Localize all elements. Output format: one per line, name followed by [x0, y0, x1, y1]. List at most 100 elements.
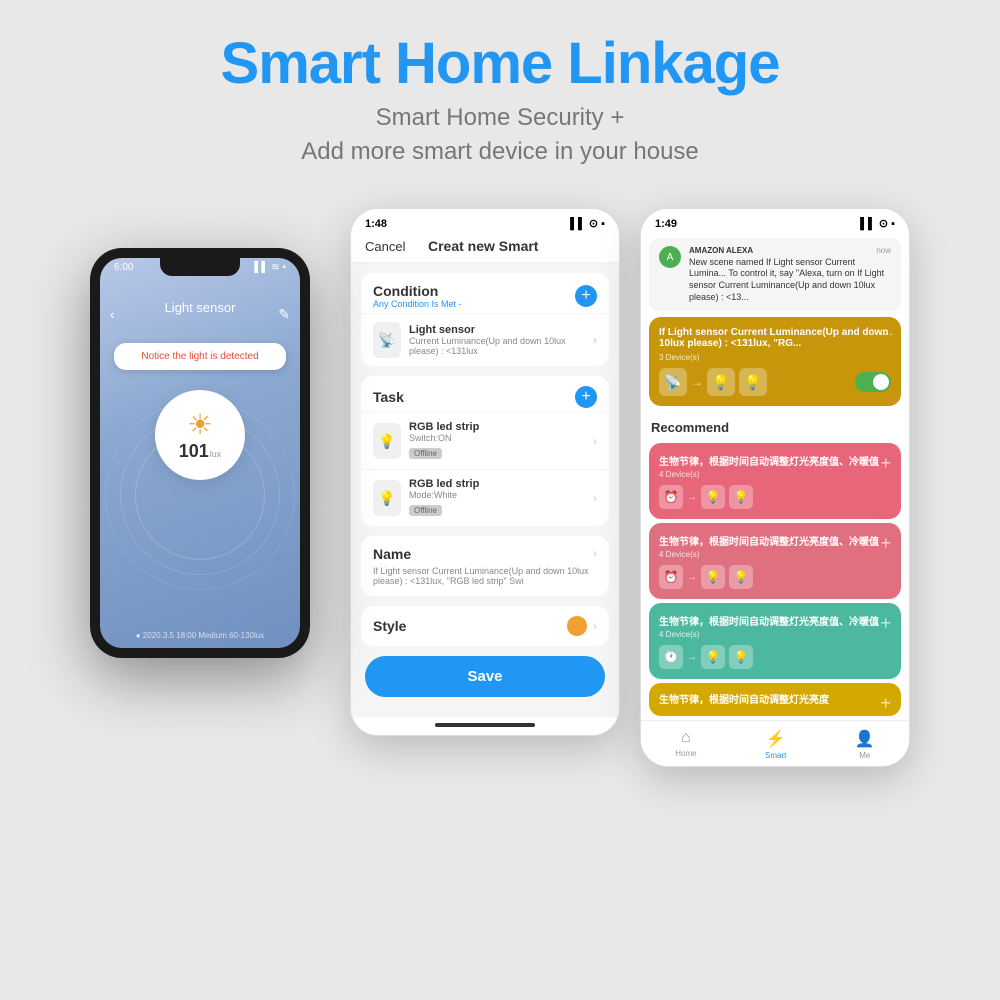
light-sensor-icon: 📡 [373, 322, 401, 358]
page-subtitle: Smart Home Security + Add more smart dev… [0, 101, 1000, 168]
nav-smart[interactable]: ⚡ Smart [765, 729, 786, 760]
task-section: Task + 💡 RGB led strip Switch:ON Offline… [361, 376, 609, 526]
rec3-icon-3: 💡 [729, 645, 753, 669]
task-item-2-detail: Mode:White [409, 490, 593, 500]
me-icon: 👤 [855, 729, 875, 749]
rec2-icon-1: ⏰ [659, 565, 683, 589]
mid-home-bar [435, 723, 535, 727]
left-phone-edit-icon[interactable]: ✎ [278, 306, 290, 323]
phones-area: 6:00 ▌▌ ≋ ▪ ‹ Light sensor ✎ Notice the … [0, 188, 1000, 767]
task-item-1-name: RGB led strip [409, 421, 593, 433]
rec2-icon-2: 💡 [701, 565, 725, 589]
right-notif-body: AMAZON ALEXA now New scene named If Ligh… [689, 246, 891, 303]
recommend-card-1-icons: ⏰ → 💡 💡 [659, 485, 891, 509]
name-label: Name [373, 546, 593, 562]
task-item-1-arrow: › [593, 434, 597, 448]
task-icon-2: 💡 [373, 480, 401, 516]
condition-title: Condition [373, 283, 462, 299]
recommend-card-4-title: 生物节律，根据时间自动调整灯光亮度 [659, 691, 891, 706]
smart-icon: ⚡ [766, 729, 786, 749]
task-item-2-text: RGB led strip Mode:White Offline [409, 478, 593, 518]
right-bottom-nav: ⌂ Home ⚡ Smart 👤 Me [641, 720, 909, 766]
notification-bubble: Notice the light is detected [114, 343, 286, 370]
nav-me-label: Me [859, 751, 870, 760]
condition-item[interactable]: 📡 Light sensor Current Luminance(Up and … [361, 313, 609, 366]
cancel-button[interactable]: Cancel [365, 239, 405, 254]
offline-badge-2: Offline [409, 505, 442, 516]
rec2-arrow: → [687, 572, 697, 583]
right-phone-time: 1:49 [655, 218, 677, 230]
rec3-arrow: → [687, 652, 697, 663]
style-label: Style [373, 618, 406, 634]
recommend-card-3-devices: 4 Device(s) [659, 630, 891, 639]
gold-card-toggle[interactable] [855, 372, 891, 392]
condition-subtitle: Any Condition Is Met - [373, 299, 462, 309]
recommend-card-2[interactable]: + 生物节律，根据时间自动调整灯光亮度值、冷暖值 4 Device(s) ⏰ →… [649, 523, 901, 599]
task-item-1[interactable]: 💡 RGB led strip Switch:ON Offline › [361, 412, 609, 469]
style-section: Style › [361, 606, 609, 646]
recommend-card-3-title: 生物节律，根据时间自动调整灯光亮度值、冷暖值 [659, 613, 891, 628]
save-button[interactable]: Save [365, 656, 605, 697]
mid-nav-title: Creat new Smart [428, 238, 538, 254]
task-title: Task [373, 389, 404, 405]
recommend-card-4-plus-icon[interactable]: + [880, 693, 891, 714]
style-arrow: › [593, 619, 597, 633]
rec1-arrow: → [687, 492, 697, 503]
gold-card-arrow: → [691, 375, 703, 389]
condition-item-name: Light sensor [409, 324, 593, 336]
recommend-card-1[interactable]: + 生物节律，根据时间自动调整灯光亮度值、冷暖值 4 Device(s) ⏰ →… [649, 443, 901, 519]
nav-me[interactable]: 👤 Me [855, 729, 875, 760]
rec1-icon-2: 💡 [701, 485, 725, 509]
task-section-header: Task + [361, 376, 609, 412]
gold-card[interactable]: If Light sensor Current Luminance(Up and… [649, 317, 901, 406]
task-item-2[interactable]: 💡 RGB led strip Mode:White Offline › [361, 469, 609, 526]
right-phone-wrap: 1:49 ▌▌ ⊙ ▪ A AMAZON ALEXA now New scene… [640, 208, 910, 767]
condition-section: Condition Any Condition Is Met - + 📡 Lig… [361, 273, 609, 366]
right-phone-signal: ▌▌ ⊙ ▪ [860, 217, 895, 230]
left-phone-wrap: 6:00 ▌▌ ≋ ▪ ‹ Light sensor ✎ Notice the … [90, 248, 330, 658]
right-notification: A AMAZON ALEXA now New scene named If Li… [649, 238, 901, 311]
recommend-card-2-devices: 4 Device(s) [659, 550, 891, 559]
gold-card-devices: 3 Device(s) [659, 353, 891, 362]
recommend-card-1-title: 生物节律，根据时间自动调整灯光亮度值、冷暖值 [659, 453, 891, 468]
left-phone-signal: ▌▌ ≋ ▪ [254, 262, 286, 273]
gold-card-title: If Light sensor Current Luminance(Up and… [659, 327, 891, 349]
right-status-bar: 1:49 ▌▌ ⊙ ▪ [641, 209, 909, 234]
rec3-icon-2: 💡 [701, 645, 725, 669]
gold-device-icon-3: 💡 [739, 368, 767, 396]
add-task-button[interactable]: + [575, 386, 597, 408]
left-phone-time: 6:00 [114, 262, 133, 273]
task-item-1-detail: Switch:ON [409, 433, 593, 443]
mid-status-bar: 1:48 ▌▌ ⊙ ▪ [351, 209, 619, 234]
mid-phone-wrap: 1:48 ▌▌ ⊙ ▪ Cancel Creat new Smart Condi… [350, 208, 620, 736]
home-icon: ⌂ [681, 729, 691, 747]
recommend-card-4[interactable]: + 生物节律，根据时间自动调整灯光亮度 [649, 683, 901, 716]
alexa-icon: A [659, 246, 681, 268]
nav-home[interactable]: ⌂ Home [675, 729, 696, 760]
condition-item-detail: Current Luminance(Up and down 10lux plea… [409, 336, 593, 356]
rec3-icon-1: 🕐 [659, 645, 683, 669]
left-phone-notch [160, 258, 240, 276]
nav-smart-label: Smart [765, 751, 786, 760]
name-section: Name If Light sensor Current Luminance(U… [361, 536, 609, 596]
left-phone: 6:00 ▌▌ ≋ ▪ ‹ Light sensor ✎ Notice the … [90, 248, 310, 658]
condition-section-header: Condition Any Condition Is Met - + [361, 273, 609, 313]
style-color-dot[interactable] [567, 616, 587, 636]
rec2-icon-3: 💡 [729, 565, 753, 589]
recommend-card-3[interactable]: + 生物节律，根据时间自动调整灯光亮度值、冷暖值 4 Device(s) 🕐 →… [649, 603, 901, 679]
condition-item-text: Light sensor Current Luminance(Up and do… [409, 324, 593, 356]
name-value: If Light sensor Current Luminance(Up and… [373, 566, 593, 586]
rec1-icon-3: 💡 [729, 485, 753, 509]
nav-home-label: Home [675, 749, 696, 758]
rec1-icon-1: ⏰ [659, 485, 683, 509]
gold-card-more-icon[interactable]: ··· [879, 325, 893, 341]
recommend-card-2-title: 生物节律，根据时间自动调整灯光亮度值、冷暖值 [659, 533, 891, 548]
mid-phone-time: 1:48 [365, 218, 387, 230]
recommend-card-2-icons: ⏰ → 💡 💡 [659, 565, 891, 589]
name-arrow: › [593, 546, 597, 560]
recommend-card-3-icons: 🕐 → 💡 💡 [659, 645, 891, 669]
notif-text: New scene named If Light sensor Current … [689, 257, 891, 304]
gold-card-icons: 📡 → 💡 💡 [659, 368, 891, 396]
offline-badge-1: Offline [409, 448, 442, 459]
add-condition-button[interactable]: + [575, 285, 597, 307]
